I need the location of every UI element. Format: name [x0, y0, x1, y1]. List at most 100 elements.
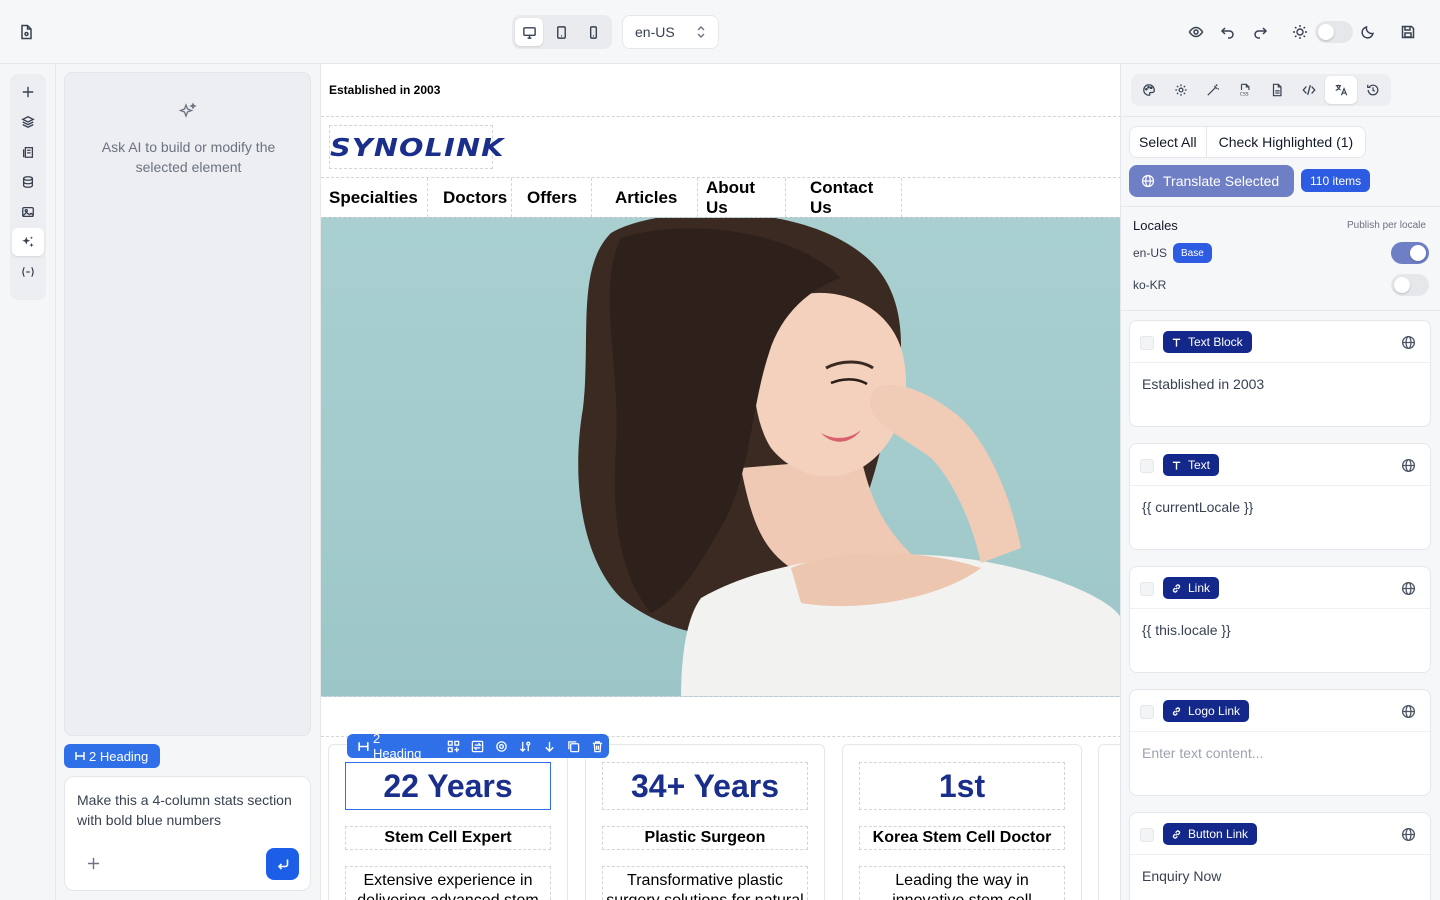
settings-icon[interactable] [1165, 76, 1197, 104]
stat-title[interactable]: Korea Stem Cell Doctor [859, 826, 1065, 850]
link-icon [1172, 583, 1181, 593]
mobile-view-icon[interactable] [579, 18, 607, 46]
stat-title[interactable]: Plastic Surgeon [602, 826, 808, 850]
base-badge: Base [1173, 243, 1212, 263]
stat-description[interactable]: Leading the way in innovative stem cell [859, 866, 1065, 900]
stat-card[interactable]: 34+ Years Plastic Surgeon Transformative… [585, 744, 825, 900]
translation-card: Text Block Established in 2003 [1129, 320, 1431, 427]
translation-value[interactable]: {{ currentLocale }} [1142, 499, 1253, 515]
duplicate-icon[interactable] [561, 734, 585, 758]
translation-value-input[interactable]: Enter text content... [1142, 745, 1263, 761]
stat-card[interactable]: 22 Years Stem Cell Expert Extensive expe… [328, 744, 568, 900]
plus-icon[interactable] [12, 78, 44, 106]
history-icon[interactable] [1357, 76, 1389, 104]
stat-number[interactable]: 34+ Years [602, 762, 808, 810]
card-checkbox[interactable] [1140, 828, 1154, 842]
database-icon[interactable] [12, 168, 44, 196]
stat-number[interactable]: 1st [859, 762, 1065, 810]
preview-eye-icon[interactable] [1182, 18, 1210, 46]
moon-icon [1354, 18, 1382, 46]
stat-card-partial[interactable] [1098, 744, 1120, 900]
nav-item-contact-us[interactable]: Contact Us [786, 178, 902, 217]
text-icon [1172, 338, 1181, 347]
text-icon [1172, 461, 1181, 470]
palette-icon[interactable] [1133, 76, 1165, 104]
save-icon[interactable] [1394, 18, 1422, 46]
enter-icon [277, 859, 288, 870]
file-icon[interactable] [1261, 76, 1293, 104]
link-icon [1172, 829, 1181, 839]
site-logo[interactable]: SYNOLINK [329, 125, 503, 169]
element-tag-label: Button Link [1188, 827, 1249, 841]
established-bar[interactable]: Established in 2003 [321, 64, 1120, 117]
stat-card[interactable]: 1st Korea Stem Cell Doctor Leading the w… [842, 744, 1082, 900]
tablet-view-icon[interactable] [547, 18, 575, 46]
nav-item-offers[interactable]: Offers [512, 178, 592, 217]
card-checkbox[interactable] [1140, 582, 1154, 596]
element-settings-icon[interactable] [490, 734, 514, 758]
globe-icon [1141, 174, 1155, 188]
publish-toggle-en-us[interactable] [1391, 242, 1429, 264]
nav-item-articles[interactable]: Articles [592, 178, 698, 217]
translation-value[interactable]: Established in 2003 [1142, 376, 1264, 392]
element-tag-label: Logo Link [1188, 704, 1241, 718]
ai-prompt-input[interactable]: Make this a 4-column stats section with … [77, 790, 297, 830]
publish-toggle-ko-kr[interactable] [1391, 274, 1429, 296]
locale-select[interactable]: en-US [622, 15, 719, 49]
nav-item-about-us[interactable]: About Us [698, 178, 786, 217]
globe-icon[interactable] [1401, 827, 1416, 842]
redo-icon[interactable] [1246, 18, 1274, 46]
page-file-icon[interactable] [12, 18, 40, 46]
send-button[interactable] [266, 848, 299, 880]
globe-icon[interactable] [1401, 704, 1416, 719]
hero-image[interactable] [321, 217, 1120, 697]
element-tag-label: Link [1188, 581, 1211, 595]
card-checkbox[interactable] [1140, 336, 1154, 350]
globe-icon[interactable] [1401, 581, 1416, 596]
translate-icon[interactable] [1325, 76, 1357, 104]
move-down-icon[interactable] [537, 734, 561, 758]
swap-icon[interactable] [466, 734, 490, 758]
translate-selected-button[interactable]: Translate Selected [1129, 165, 1294, 197]
established-text[interactable]: Established in 2003 [329, 83, 440, 97]
right-panel: CSS Select All Check Highlighted (1) Tra… [1120, 64, 1440, 900]
translation-card: Text {{ currentLocale }} [1129, 443, 1431, 550]
check-highlighted-button[interactable]: Check Highlighted (1) [1205, 127, 1366, 157]
card-checkbox[interactable] [1140, 459, 1154, 473]
select-all-button[interactable]: Select All [1130, 127, 1206, 157]
card-checkbox[interactable] [1140, 705, 1154, 719]
translation-value[interactable]: {{ this.locale }} [1142, 622, 1231, 638]
sparkles-icon[interactable] [12, 228, 44, 256]
attach-plus-icon[interactable] [83, 853, 103, 873]
panel-separator [1121, 310, 1440, 311]
nav-item-specialties[interactable]: Specialties [321, 178, 428, 217]
stat-title[interactable]: Stem Cell Expert [345, 826, 551, 850]
theme-toggle[interactable] [1315, 21, 1353, 43]
translation-value[interactable]: Enquiry Now [1142, 868, 1221, 884]
magic-wand-icon[interactable] [1197, 76, 1229, 104]
desktop-view-icon[interactable] [515, 18, 543, 46]
globe-icon[interactable] [1401, 335, 1416, 350]
css-file-icon[interactable]: CSS [1229, 76, 1261, 104]
delete-icon[interactable] [585, 734, 609, 758]
stat-description[interactable]: Transformative plastic surgery solutions… [602, 866, 808, 900]
stat-number[interactable]: 22 Years [345, 762, 551, 810]
sun-icon [1286, 18, 1314, 46]
ai-prompt-box[interactable]: Make this a 4-column stats section with … [64, 776, 311, 891]
element-tag: Text [1163, 454, 1220, 476]
undo-icon[interactable] [1214, 18, 1242, 46]
layers-icon[interactable] [12, 108, 44, 136]
image-icon[interactable] [12, 198, 44, 226]
ai-assistant-panel: Ask AI to build or modify the selected e… [64, 72, 311, 736]
nav-item-doctors[interactable]: Doctors [428, 178, 512, 217]
element-type-label[interactable]: 2 Heading [357, 731, 432, 761]
globe-icon[interactable] [1401, 458, 1416, 473]
panel-separator [1121, 116, 1440, 117]
select-parent-icon[interactable] [442, 734, 466, 758]
selected-element-chip[interactable]: 2 Heading [64, 744, 161, 768]
stat-description[interactable]: Extensive experience in delivering advan… [345, 866, 551, 900]
move-up-icon[interactable] [514, 734, 538, 758]
code-icon[interactable] [1293, 76, 1325, 104]
variable-icon[interactable] [12, 258, 44, 286]
pages-icon[interactable] [12, 138, 44, 166]
